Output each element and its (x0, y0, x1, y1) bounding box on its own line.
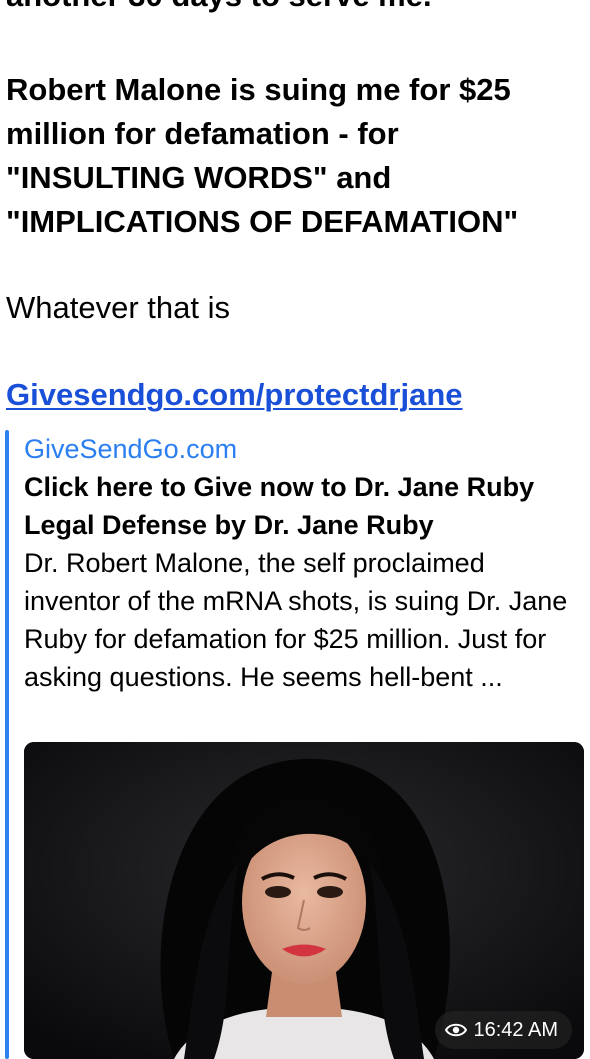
link-preview-title[interactable]: Click here to Give now to Dr. Jane Ruby … (24, 468, 586, 544)
message-bubble: another 30 days to serve me. Robert Malo… (0, 0, 590, 1059)
message-plain-text: Whatever that is (6, 290, 230, 325)
link-preview-description: Dr. Robert Malone, the self proclaimed i… (24, 548, 568, 692)
message-text-clipped: another 30 days to serve me. (6, 0, 432, 18)
views-time-badge: 16:42 AM (435, 1011, 572, 1049)
eye-icon (445, 1023, 468, 1037)
message-bold-paragraph: Robert Malone is suing me for $25 millio… (6, 72, 519, 239)
message-link[interactable]: Givesendgo.com/protectdrjane (6, 373, 463, 417)
link-preview[interactable]: GiveSendGo.com Click here to Give now to… (5, 430, 586, 1059)
link-preview-site-name[interactable]: GiveSendGo.com (24, 430, 237, 468)
link-preview-accent-bar (5, 430, 9, 1059)
message-time: 16:42 AM (473, 1018, 558, 1041)
link-preview-photo[interactable]: 16:42 AM (24, 742, 584, 1059)
